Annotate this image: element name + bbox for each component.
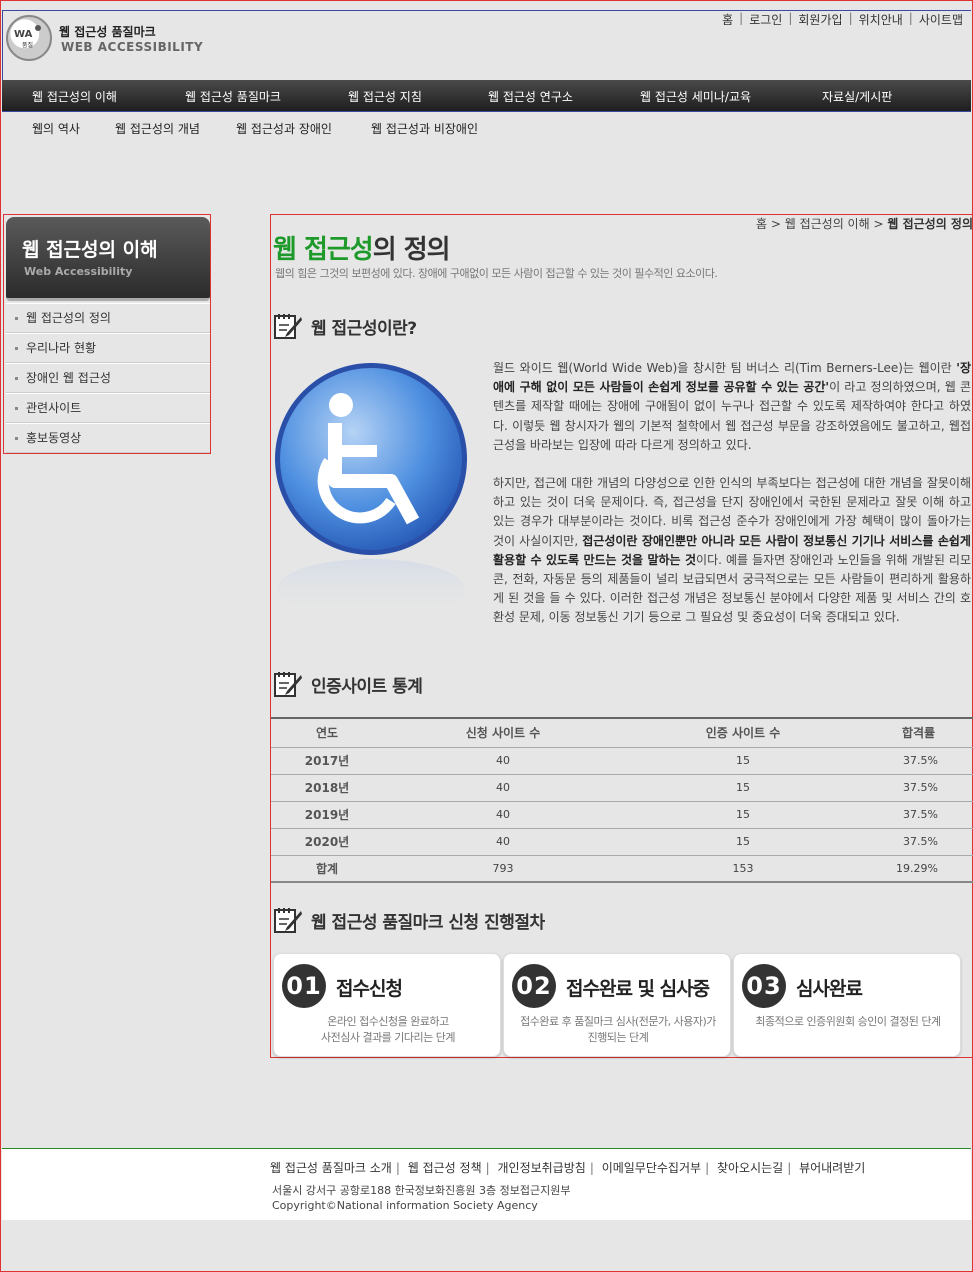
breadcrumb-level1[interactable]: 웹 접근성의 이해 [785, 217, 870, 231]
notepad-pencil-icon [273, 669, 303, 699]
section-heading-procedure: 웹 접근성 품질마크 신청 진행절차 [273, 903, 545, 937]
step-card-1: 01 접수신청 온라인 접수신청을 완료하고 사전심사 결과를 기다리는 단계 [273, 953, 501, 1057]
step-title: 접수신청 [336, 978, 403, 1000]
sidebar: 웹 접근성의 이해 Web Accessibility 웹 접근성의 정의 우리… [3, 214, 211, 454]
step-title: 접수완료 및 심사중 [566, 978, 710, 1000]
page-title: 웹 접근성의 정의 [273, 235, 451, 265]
logo-title[interactable]: 웹 접근성 품질마크 [59, 23, 156, 40]
definition-text: 월드 와이드 웹(World Wide Web)을 창시한 팀 버너스 리(Ti… [493, 361, 971, 625]
gnb-item-guidelines[interactable]: 웹 접근성 지침 [348, 88, 422, 105]
table-row: 2018년 40 15 37.5% [271, 774, 973, 802]
table-row: 2019년 40 15 37.5% [271, 801, 973, 829]
section-heading-what: 웹 접근성이란? [273, 309, 417, 343]
wheelchair-icon [273, 361, 473, 621]
col-rate: 합격률 [863, 717, 973, 748]
util-link-home[interactable]: 홈 [716, 11, 739, 28]
sidebar-item-promo-video[interactable]: 홍보동영상 [6, 423, 210, 453]
step-number: 03 [742, 964, 786, 1008]
sidebar-item-status[interactable]: 우리나라 현황 [6, 333, 210, 363]
step-card-2: 02 접수완료 및 심사중 접수완료 후 품질마크 심사(전문가, 사용자)가 … [503, 953, 731, 1057]
page-description: 웹의 힘은 그것의 보편성에 있다. 장애에 구애없이 모든 사람이 접근할 수… [275, 267, 718, 280]
svg-text:WA: WA [14, 29, 33, 40]
table-row: 2020년 40 15 37.5% [271, 828, 973, 856]
sidebar-item-related-sites[interactable]: 관련사이트 [6, 393, 210, 423]
step-number: 01 [282, 964, 326, 1008]
breadcrumb-current: 웹 접근성의 정의 [887, 217, 973, 231]
sidebar-title: 웹 접근성의 이해 [22, 239, 158, 261]
footer-address: 서울시 강서구 공항로188 한국정보화진흥원 3층 정보접근지원부 Copyr… [272, 1184, 571, 1212]
lnb-item-history[interactable]: 웹의 역사 [32, 120, 80, 137]
notepad-pencil-icon [273, 311, 303, 341]
gnb-item-lab[interactable]: 웹 접근성 연구소 [488, 88, 573, 105]
gnb-item-seminar[interactable]: 웹 접근성 세미나/교육 [640, 88, 751, 105]
step-title: 심사완료 [796, 978, 863, 1000]
footer-link-intro[interactable]: 웹 접근성 품질마크 소개 [270, 1161, 392, 1175]
header: WA 품질 웹 접근성 품질마크 WEB ACCESSIBILITY 홈 | 로그… [2, 10, 971, 80]
step-description: 접수완료 후 품질마크 심사(전문가, 사용자)가 진행되는 단계 [520, 1015, 716, 1044]
footer-link-viewer[interactable]: 뷰어내려받기 [799, 1161, 865, 1175]
sidebar-header: 웹 접근성의 이해 Web Accessibility [6, 217, 210, 301]
footer-link-policy[interactable]: 웹 접근성 정책 [408, 1161, 482, 1175]
gnb-item-qualitymark[interactable]: 웹 접근성 품질마크 [185, 88, 281, 105]
footer: 웹 접근성 품질마크 소개 | 웹 접근성 정책 | 개인정보취급방침 | 이메일무단… [2, 1148, 971, 1220]
step-card-3: 03 심사완료 최종적으로 인증위원회 승인이 결정된 단계 [733, 953, 961, 1057]
col-year: 연도 [271, 717, 383, 748]
gnb-item-board[interactable]: 자료실/게시판 [822, 88, 892, 105]
sidebar-item-disabled-access[interactable]: 장애인 웹 접근성 [6, 363, 210, 393]
main-content: 홈 > 웹 접근성의 이해 > 웹 접근성의 정의 웹 접근성의 정의 웹의 힘… [270, 214, 973, 1058]
lnb-item-concept[interactable]: 웹 접근성의 개념 [115, 120, 200, 137]
global-nav: 웹 접근성의 이해 웹 접근성 품질마크 웹 접근성 지침 웹 접근성 연구소 … [2, 80, 971, 112]
breadcrumb-home[interactable]: 홈 [756, 217, 767, 231]
notepad-pencil-icon [273, 905, 303, 935]
utility-nav: 홈 | 로그인 | 회원가입 | 위치안내 | 사이트맵 [716, 11, 969, 28]
gnb-item-understanding[interactable]: 웹 접근성의 이해 [32, 88, 117, 105]
util-link-location[interactable]: 위치안내 [853, 11, 909, 28]
footer-link-directions[interactable]: 찾아오시는길 [717, 1161, 783, 1175]
table-row-total: 합계 793 153 19.29% [271, 855, 973, 883]
breadcrumb: 홈 > 웹 접근성의 이해 > 웹 접근성의 정의 [755, 217, 973, 231]
logo-icon[interactable]: WA 품질 [6, 15, 52, 61]
col-certified: 인증 사이트 수 [623, 717, 863, 748]
stats-table: 연도 신청 사이트 수 인증 사이트 수 합격률 2017년 40 15 37.… [271, 717, 973, 883]
sidebar-list: 웹 접근성의 정의 우리나라 현황 장애인 웹 접근성 관련사이트 홍보동영상 [6, 303, 210, 453]
footer-link-email-refusal[interactable]: 이메일무단수집거부 [602, 1161, 701, 1175]
footer-links: 웹 접근성 품질마크 소개 | 웹 접근성 정책 | 개인정보취급방침 | 이메일무단… [270, 1161, 866, 1175]
step-number: 02 [512, 964, 556, 1008]
col-applied: 신청 사이트 수 [383, 717, 623, 748]
step-description: 온라인 접수신청을 완료하고 사전심사 결과를 기다리는 단계 [320, 1015, 456, 1044]
sidebar-item-definition[interactable]: 웹 접근성의 정의 [6, 303, 210, 333]
section-heading-stats: 인증사이트 통계 [273, 667, 423, 701]
util-link-sitemap[interactable]: 사이트맵 [913, 11, 969, 28]
table-row: 2017년 40 15 37.5% [271, 747, 973, 775]
svg-text:품질: 품질 [22, 41, 33, 49]
sidebar-subtitle: Web Accessibility [24, 265, 133, 278]
logo-subtitle: WEB ACCESSIBILITY [61, 40, 204, 54]
util-link-login[interactable]: 로그인 [743, 11, 788, 28]
lnb-item-nondisabled[interactable]: 웹 접근성과 비장애인 [371, 120, 478, 137]
step-description: 최종적으로 인증위원회 승인이 결정된 단계 [755, 1015, 941, 1028]
footer-link-privacy[interactable]: 개인정보취급방침 [497, 1161, 585, 1175]
lnb-item-disabled[interactable]: 웹 접근성과 장애인 [236, 120, 332, 137]
procedure-steps: 01 접수신청 온라인 접수신청을 완료하고 사전심사 결과를 기다리는 단계 … [273, 953, 973, 1059]
util-link-join[interactable]: 회원가입 [792, 11, 848, 28]
